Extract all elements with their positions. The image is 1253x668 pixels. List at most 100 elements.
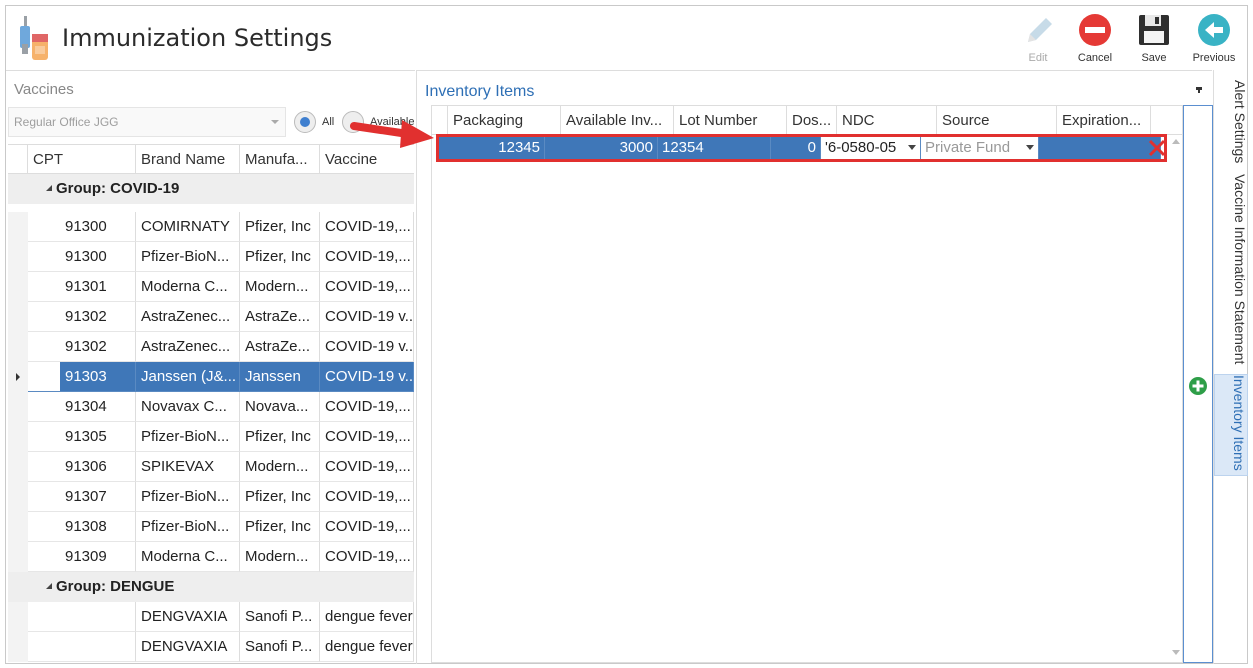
cpt-cell[interactable]: 91300 [60,242,136,272]
cpt-cell[interactable]: 91304 [60,392,136,422]
manufacturer-cell[interactable]: Modern... [240,542,320,572]
manufacturer-cell[interactable]: Modern... [240,452,320,482]
brand-name-cell[interactable]: SPIKEVAX [136,452,240,482]
manufacturer-cell[interactable]: Sanofi P... [240,632,320,662]
cpt-cell[interactable]: 91308 [60,512,136,542]
ndc-dropdown[interactable]: '6-0580-05 [821,137,921,159]
vaccine-cell[interactable]: COVID-19,... [320,482,414,512]
brand-name-cell[interactable]: DENGVAXIA [136,632,240,662]
vaccine-cell[interactable]: COVID-19,... [320,512,414,542]
available-cell[interactable]: 3000 [545,137,658,159]
cpt-cell[interactable]: 91300 [60,212,136,242]
lot-number-cell[interactable]: 12354 [658,137,771,159]
cpt-cell[interactable]: 91309 [60,542,136,572]
brand-name-cell[interactable]: Pfizer-BioN... [136,512,240,542]
inventory-scrollbar[interactable] [1169,105,1183,663]
vaccine-cell[interactable]: COVID-19,... [320,242,414,272]
brand-name-cell[interactable]: Pfizer-BioN... [136,242,240,272]
manufacturer-cell[interactable]: AstraZe... [240,332,320,362]
vaccine-cell[interactable]: COVID-19,... [320,272,414,302]
vaccine-cell[interactable]: dengue fever [320,632,414,662]
collapse-triangle-icon[interactable] [46,583,52,589]
cpt-cell[interactable] [60,602,136,632]
col-expiration[interactable]: Expiration... [1057,106,1151,135]
cpt-cell[interactable] [60,632,136,662]
manufacturer-cell[interactable]: Modern... [240,272,320,302]
cpt-cell[interactable]: 91302 [60,302,136,332]
manufacturer-cell[interactable]: Pfizer, Inc [240,212,320,242]
vaccine-cell[interactable]: COVID-19,... [320,542,414,572]
brand-name-cell[interactable]: AstraZenec... [136,302,240,332]
table-row[interactable]: 91307 Pfizer-BioN... Pfizer, Inc COVID-19,.… [8,482,414,512]
cpt-cell[interactable]: 91306 [60,452,136,482]
brand-name-cell[interactable]: DENGVAXIA [136,602,240,632]
manufacturer-cell[interactable]: AstraZe... [240,302,320,332]
col-available-inventory[interactable]: Available Inv... [561,106,674,135]
col-source[interactable]: Source [937,106,1057,135]
scroll-down-icon[interactable] [1172,650,1180,655]
col-manufacturer[interactable]: Manufa... [240,145,320,174]
vaccine-cell[interactable]: COVID-19 v... [320,302,414,332]
table-row[interactable]: 91304 Novavax C... Novava... COVID-19,... [8,392,414,422]
vaccine-cell[interactable]: COVID-19 v... [320,362,414,392]
table-row[interactable]: DENGVAXIA Sanofi P... dengue fever [8,602,414,632]
table-row[interactable]: 91300 Pfizer-BioN... Pfizer, Inc COVID-19,.… [8,242,414,272]
tab-inventory-items[interactable]: Inventory Items [1214,374,1248,476]
col-cpt[interactable]: CPT [28,145,136,174]
col-lot-number[interactable]: Lot Number [674,106,787,135]
cpt-cell[interactable]: 91305 [60,422,136,452]
col-packaging[interactable]: Packaging [448,106,561,135]
vaccine-cell[interactable]: dengue fever [320,602,414,632]
table-row[interactable]: 91309 Moderna C... Modern... COVID-19,... [8,542,414,572]
table-row[interactable]: 91305 Pfizer-BioN... Pfizer, Inc COVID-19,.… [8,422,414,452]
brand-name-cell[interactable]: COMIRNATY [136,212,240,242]
delete-x-icon[interactable] [1146,137,1168,159]
brand-name-cell[interactable]: Moderna C... [136,542,240,572]
vaccine-cell[interactable]: COVID-19,... [320,452,414,482]
brand-name-cell[interactable]: AstraZenec... [136,332,240,362]
manufacturer-cell[interactable]: Pfizer, Inc [240,512,320,542]
manufacturer-cell[interactable]: Pfizer, Inc [240,242,320,272]
manufacturer-cell[interactable]: Pfizer, Inc [240,482,320,512]
col-brand-name[interactable]: Brand Name [136,145,240,174]
brand-name-cell[interactable]: Janssen (J&... [136,362,240,392]
expiration-cell[interactable] [1039,137,1161,159]
vaccine-cell[interactable]: COVID-19,... [320,392,414,422]
brand-name-cell[interactable]: Pfizer-BioN... [136,482,240,512]
cpt-cell[interactable]: 91301 [60,272,136,302]
vaccine-cell[interactable]: COVID-19 v... [320,332,414,362]
table-row[interactable]: DENGVAXIA Sanofi P... dengue fever [8,632,414,662]
vaccine-cell[interactable]: COVID-19,... [320,212,414,242]
manufacturer-cell[interactable]: Sanofi P... [240,602,320,632]
tab-vaccine-information-statement[interactable]: Vaccine Information Statement [1214,174,1248,370]
scroll-up-icon[interactable] [1172,139,1180,144]
table-row[interactable]: 91303 Janssen (J&... Janssen COVID-19 v... [8,362,414,392]
group-row[interactable]: Group: COVID-19 [8,174,414,204]
table-row[interactable]: 91302 AstraZenec... AstraZe... COVID-19 v..… [8,302,414,332]
table-row[interactable]: 91301 Moderna C... Modern... COVID-19,... [8,272,414,302]
col-ndc[interactable]: NDC [837,106,937,135]
filter-all-radio[interactable] [294,111,316,133]
edit-button[interactable]: Edit [1010,10,1066,68]
pin-icon[interactable] [1195,85,1203,93]
packaging-cell[interactable]: 12345 [439,137,545,159]
dose-cell[interactable]: 0 [771,137,821,159]
col-dose[interactable]: Dos... [787,106,837,135]
source-dropdown[interactable]: Private Fund [921,137,1039,159]
manufacturer-cell[interactable]: Novava... [240,392,320,422]
table-row[interactable]: 91306 SPIKEVAX Modern... COVID-19,... [8,452,414,482]
table-row[interactable]: 91302 AstraZenec... AstraZe... COVID-19 v..… [8,332,414,362]
add-circle-icon[interactable] [1188,376,1208,396]
office-select[interactable]: Regular Office JGG [8,107,286,137]
cpt-cell[interactable]: 91302 [60,332,136,362]
group-row[interactable]: Group: DENGUE [8,572,414,602]
save-button[interactable]: Save [1126,10,1182,68]
brand-name-cell[interactable]: Pfizer-BioN... [136,422,240,452]
brand-name-cell[interactable]: Novavax C... [136,392,240,422]
cpt-cell[interactable]: 91303 [60,362,136,392]
inventory-row[interactable]: 12345 3000 12354 0 '6-0580-05 Private Fu… [436,134,1167,162]
collapse-triangle-icon[interactable] [46,185,52,191]
cancel-button[interactable]: Cancel [1067,10,1123,68]
cpt-cell[interactable]: 91307 [60,482,136,512]
previous-button[interactable]: Previous [1186,10,1242,68]
